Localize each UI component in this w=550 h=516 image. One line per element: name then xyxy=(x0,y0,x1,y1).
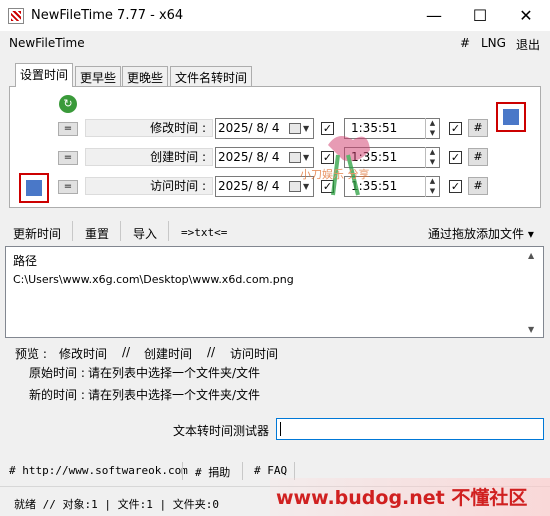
list-column-header-path[interactable]: 路径 xyxy=(13,252,37,269)
image-left-icon[interactable] xyxy=(19,173,49,203)
spin-button[interactable]: ▲ ▼ xyxy=(425,118,439,139)
status-text: 就绪 // 对象:1 | 文件:1 | 文件夹:0 xyxy=(14,498,219,511)
tab-filename-to-time[interactable]: 文件名转时间 xyxy=(170,66,253,86)
watermark-stamp: 小刀娱乐 分享 xyxy=(300,136,370,196)
tab-earlier[interactable]: 更早些 xyxy=(75,66,122,86)
hash-button-modify[interactable]: # xyxy=(468,119,488,137)
scroll-up-icon[interactable]: ▲ xyxy=(528,251,534,260)
preview-access-time[interactable]: 访问时间 xyxy=(230,345,278,362)
image-right-icon[interactable] xyxy=(496,102,526,132)
original-time-value: 请在列表中选择一个文件夹/文件 xyxy=(88,366,261,380)
spin-button[interactable]: ▲ ▼ xyxy=(425,147,439,168)
import-button[interactable]: 导入 xyxy=(133,225,157,242)
preview-separator: // xyxy=(122,345,131,359)
text-caret xyxy=(280,422,281,436)
checkbox-modify-time[interactable]: ✓ xyxy=(449,122,462,135)
preview-label: 预览 : xyxy=(15,347,47,361)
watermark-stamp-text: 小刀娱乐 分享 xyxy=(300,167,370,181)
scroll-down-icon[interactable]: ▼ xyxy=(528,325,534,334)
text-to-time-tester-label: 文本转时间测试器 xyxy=(173,424,270,438)
preview-create-time[interactable]: 创建时间 xyxy=(144,345,192,362)
label-modify-time: 修改时间 : xyxy=(85,119,213,137)
refresh-icon[interactable]: ↻ xyxy=(59,95,77,113)
watermark-text: www.budog.net 不懂社区 xyxy=(276,487,528,509)
add-by-drag-dropdown[interactable]: 通过拖放添加文件 ▾ xyxy=(428,225,534,242)
menu-exit[interactable]: 退出 xyxy=(516,36,540,53)
preview-modify-time[interactable]: 修改时间 xyxy=(59,345,107,362)
label-create-time: 创建时间 : xyxy=(85,148,213,166)
hash-button-access[interactable]: # xyxy=(468,177,488,195)
tab-later[interactable]: 更晚些 xyxy=(122,66,169,86)
checkbox-create-time[interactable]: ✓ xyxy=(449,151,462,164)
menu-app-name[interactable]: NewFileTime xyxy=(9,36,85,50)
file-list[interactable] xyxy=(5,246,544,338)
link-divider xyxy=(242,462,243,480)
menu-language[interactable]: LNG xyxy=(481,36,506,50)
preview-separator: // xyxy=(207,345,216,359)
tab-set-time[interactable]: 设置时间 xyxy=(15,63,74,87)
toolbar-divider xyxy=(72,221,73,241)
equal-button-access[interactable]: = xyxy=(58,180,78,194)
text-to-time-tester-input[interactable] xyxy=(276,418,544,440)
equal-button-create[interactable]: = xyxy=(58,151,78,165)
maximize-button[interactable]: ☐ xyxy=(457,0,503,31)
toolbar-divider xyxy=(120,221,121,241)
preview-box xyxy=(5,368,545,406)
new-time-value: 请在列表中选择一个文件夹/文件 xyxy=(88,388,261,402)
update-time-button[interactable]: 更新时间 xyxy=(13,225,61,242)
export-txt-button[interactable]: =>txt<= xyxy=(181,226,227,239)
equal-button-modify[interactable]: = xyxy=(58,122,78,136)
checkbox-access-time[interactable]: ✓ xyxy=(449,180,462,193)
close-button[interactable]: ✕ xyxy=(503,0,549,31)
list-item[interactable]: C:\Users\www.x6g.com\Desktop\www.x6d.com… xyxy=(13,273,294,286)
website-link[interactable]: # http://www.softwareok.com xyxy=(9,464,188,477)
minimize-button[interactable]: — xyxy=(411,0,457,31)
app-icon xyxy=(8,8,24,24)
link-divider xyxy=(182,462,183,480)
reset-button[interactable]: 重置 xyxy=(85,225,109,242)
hash-button-create[interactable]: # xyxy=(468,148,488,166)
new-time-label: 新的时间 : xyxy=(29,388,85,402)
faq-link[interactable]: # FAQ xyxy=(254,464,287,477)
toolbar-divider xyxy=(168,221,169,241)
label-access-time: 访问时间 : xyxy=(85,177,213,195)
window-title: NewFileTime 7.77 - x64 xyxy=(31,8,184,23)
original-time-label: 原始时间 : xyxy=(29,366,85,380)
spin-button[interactable]: ▲ ▼ xyxy=(425,176,439,197)
donate-link[interactable]: # 捐助 xyxy=(195,464,230,480)
menu-hash[interactable]: # xyxy=(460,36,470,50)
